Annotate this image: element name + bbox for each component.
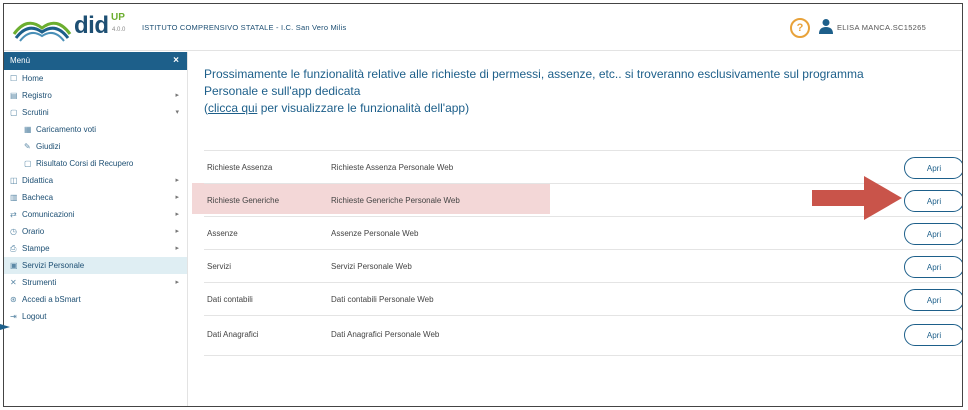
sidebar-item-didattica[interactable]: ◫ Didattica ▸ — [4, 172, 187, 189]
sidebar-item-label: Strumenti — [22, 278, 57, 287]
app-window: did UP 4.0.0 ISTITUTO COMPRENSIVO STATAL… — [3, 3, 963, 407]
close-icon[interactable]: × — [173, 52, 179, 70]
apri-button-richieste-generiche[interactable]: Apri — [904, 190, 962, 212]
brand-sup: UP — [111, 12, 125, 23]
home-icon: ☐ — [10, 74, 18, 83]
print-icon: ⎙ — [10, 244, 17, 253]
sidebar-item-servizi-personale[interactable]: ▣ Servizi Personale — [4, 257, 187, 274]
apri-button-richieste-assenza[interactable]: Apri — [904, 157, 962, 179]
row-divider — [204, 282, 962, 283]
sidebar-item-logout[interactable]: ⇥ Logout — [4, 308, 187, 325]
notice-line-3: (clicca qui per visualizzare le funziona… — [204, 100, 944, 117]
apri-button-servizi[interactable]: Apri — [904, 256, 962, 278]
scrutini-icon: ▢ — [10, 108, 18, 117]
row-label-dati-contabili: Dati contabili — [207, 295, 253, 304]
sidebar-item-home[interactable]: ☐ Home — [4, 70, 187, 87]
clicca-qui-link[interactable]: clicca qui — [208, 101, 257, 115]
sidebar-item-label: Bacheca — [22, 193, 54, 202]
sidebar-item-label: Home — [22, 74, 44, 83]
clock-icon: ◷ — [10, 227, 17, 236]
notice-text: Prossimamente le funzionalità relative a… — [204, 66, 944, 117]
row-desc-dati-anagrafici: Dati Anagrafici Personale Web — [331, 330, 440, 339]
brand-version: 4.0.0 — [112, 27, 126, 33]
row-label-dati-anagrafici: Dati Anagrafici — [207, 330, 259, 339]
sidebar-item-risultato-corsi[interactable]: ▢ Risultato Corsi di Recupero — [4, 155, 187, 172]
sidebar-item-caricamento-voti[interactable]: ▦ Caricamento voti — [4, 121, 187, 138]
row-desc-richieste-assenza: Richieste Assenza Personale Web — [331, 163, 454, 172]
row-label-richieste-generiche: Richieste Generiche — [207, 196, 280, 205]
sidebar-header: Menù × — [4, 52, 187, 70]
sidebar-item-bacheca[interactable]: ▥ Bacheca ▸ — [4, 189, 187, 206]
user-name[interactable]: ELISA MANCA.SC15265 — [837, 23, 926, 32]
sidebar-item-label: Risultato Corsi di Recupero — [36, 159, 134, 168]
sidebar-item-label: Accedi a bSmart — [22, 295, 81, 304]
sidebar-item-label: Caricamento voti — [36, 125, 97, 134]
arrow-marker-icon — [0, 324, 10, 330]
user-icon — [819, 19, 833, 34]
sidebar-item-label: Scrutini — [22, 108, 49, 117]
row-label-servizi: Servizi — [207, 262, 232, 271]
chevron-right-icon: ▸ — [175, 245, 179, 252]
school-name: ISTITUTO COMPRENSIVO STATALE - I.C. San … — [142, 23, 347, 32]
document-icon: ▢ — [24, 159, 32, 168]
brand-name: did — [74, 12, 109, 39]
link-icon: ⊛ — [10, 295, 17, 304]
sidebar-menu: Menù × ☐ Home ▤ Registro ▸ ▢ Scrutini ▾ ▦ Cari… — [4, 52, 188, 406]
row-desc-assenze: Assenze Personale Web — [331, 229, 419, 238]
folder-icon: ▣ — [10, 261, 18, 270]
row-divider — [204, 150, 962, 151]
tools-icon: ✕ — [10, 278, 17, 287]
apri-button-dati-anagrafici[interactable]: Apri — [904, 324, 962, 346]
sidebar-item-label: Orario — [22, 227, 45, 236]
notice-line-3-rest: per visualizzare le funzionalità dell'ap… — [257, 101, 470, 115]
chevron-right-icon: ▸ — [175, 279, 179, 286]
chevron-right-icon: ▸ — [175, 92, 179, 99]
row-divider — [204, 249, 962, 250]
book-icon: ◫ — [10, 176, 18, 185]
sidebar-item-label: Logout — [22, 312, 47, 321]
chevron-right-icon: ▸ — [175, 194, 179, 201]
sidebar-item-strumenti[interactable]: ✕ Strumenti ▸ — [4, 274, 187, 291]
sidebar-item-label: Didattica — [22, 176, 54, 185]
red-arrow-annotation — [812, 176, 902, 220]
logout-icon: ⇥ — [10, 312, 17, 321]
chat-icon: ⇄ — [10, 210, 17, 219]
row-desc-richieste-generiche: Richieste Generiche Personale Web — [331, 196, 460, 205]
sidebar-item-registro[interactable]: ▤ Registro ▸ — [4, 87, 187, 104]
sidebar-item-comunicazioni[interactable]: ⇄ Comunicazioni ▸ — [4, 206, 187, 223]
register-icon: ▤ — [10, 91, 18, 100]
sidebar-item-stampe[interactable]: ⎙ Stampe ▸ — [4, 240, 187, 257]
help-icon[interactable]: ? — [790, 18, 810, 38]
top-bar: did UP 4.0.0 ISTITUTO COMPRENSIVO STATAL… — [4, 4, 962, 51]
row-divider — [204, 315, 962, 316]
grid-icon: ▦ — [24, 125, 32, 134]
sidebar-item-label: Comunicazioni — [22, 210, 75, 219]
notice-line-1: Prossimamente le funzionalità relative a… — [204, 67, 864, 81]
sidebar-item-giudizi[interactable]: ✎ Giudizi — [4, 138, 187, 155]
row-label-richieste-assenza: Richieste Assenza — [207, 163, 273, 172]
book-logo-icon — [12, 21, 72, 42]
row-desc-dati-contabili: Dati contabili Personale Web — [331, 295, 434, 304]
sidebar-title: Menù — [10, 56, 31, 65]
sidebar-item-label: Giudizi — [36, 142, 61, 151]
sidebar-item-label: Registro — [22, 91, 52, 100]
edit-icon: ✎ — [24, 142, 31, 151]
sidebar-item-label: Stampe — [22, 244, 50, 253]
sidebar-item-orario[interactable]: ◷ Orario ▸ — [4, 223, 187, 240]
sidebar-item-bsmart[interactable]: ⊛ Accedi a bSmart — [4, 291, 187, 308]
row-divider — [204, 355, 962, 356]
chevron-right-icon: ▸ — [175, 228, 179, 235]
chevron-down-icon: ▾ — [175, 109, 179, 116]
board-icon: ▥ — [10, 193, 18, 202]
row-label-assenze: Assenze — [207, 229, 238, 238]
chevron-right-icon: ▸ — [175, 177, 179, 184]
apri-button-assenze[interactable]: Apri — [904, 223, 962, 245]
chevron-right-icon: ▸ — [175, 211, 179, 218]
sidebar-item-scrutini[interactable]: ▢ Scrutini ▾ — [4, 104, 187, 121]
row-desc-servizi: Servizi Personale Web — [331, 262, 412, 271]
sidebar-item-label: Servizi Personale — [22, 261, 85, 270]
apri-button-dati-contabili[interactable]: Apri — [904, 289, 962, 311]
notice-line-2: Personale e sull'app dedicata — [204, 84, 361, 98]
